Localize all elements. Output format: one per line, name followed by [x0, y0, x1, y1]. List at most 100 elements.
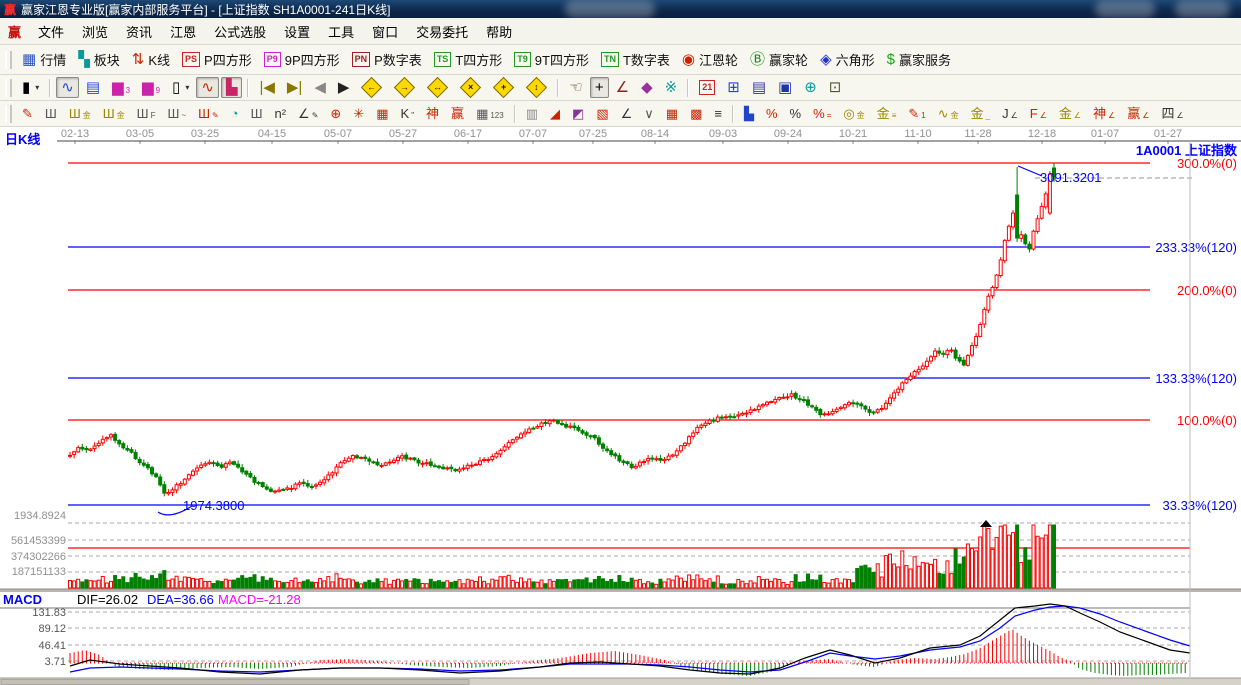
next-bar-icon[interactable]: ▶: [333, 77, 355, 98]
gann-flower-tool-icon[interactable]: ◆: [636, 77, 658, 98]
zoom-x-icon[interactable]: ×: [455, 75, 486, 100]
shen-angle-icon[interactable]: 神 ∠: [1088, 104, 1120, 123]
menu-item-settings[interactable]: 设置: [275, 19, 319, 44]
info-doc-icon[interactable]: ▤: [81, 77, 105, 98]
fan-red-icon[interactable]: ◢: [545, 104, 565, 123]
bars-9-icon[interactable]: ▆ 9: [137, 77, 165, 98]
p-square-button[interactable]: PS P四方形: [177, 47, 257, 72]
web-box-red-icon[interactable]: ▧: [591, 104, 613, 123]
grid-123-icon[interactable]: ▦ 123: [471, 104, 509, 123]
zoom-right-icon[interactable]: →: [389, 75, 420, 100]
network-icon[interactable]: ⊕: [799, 77, 822, 98]
zoom-all-icon[interactable]: ↕: [521, 75, 552, 100]
flag-pencil-icon[interactable]: ✎ 1: [903, 104, 930, 123]
gold-wave-icon[interactable]: ∿ 金: [933, 104, 964, 123]
n-square-icon[interactable]: n²: [269, 104, 291, 123]
notes-icon[interactable]: ▤: [747, 77, 771, 98]
9p-square-button[interactable]: P9 9P四方形: [259, 47, 345, 72]
ying-comb-icon[interactable]: 赢: [446, 104, 469, 123]
prev-bar-icon[interactable]: ◀: [309, 77, 331, 98]
angle-pencil-icon[interactable]: ∠ ✎: [293, 104, 323, 123]
fan-box-purple-icon[interactable]: ◩: [567, 104, 589, 123]
p-number-table-button[interactable]: PN P数字表: [347, 47, 427, 72]
percent-icon[interactable]: %: [785, 104, 807, 123]
kline-button[interactable]: ⇅ K线: [127, 47, 175, 72]
9t-square-button[interactable]: T9 9T四方形: [509, 47, 594, 72]
hexagon-button[interactable]: ◈ 六角形: [815, 47, 880, 72]
hand-tool-icon[interactable]: ☜: [564, 77, 587, 98]
first-page-icon[interactable]: |◀: [254, 77, 279, 98]
percent-line-icon[interactable]: %: [761, 104, 783, 123]
gann-wheel-button[interactable]: ◉ 江恩轮: [677, 47, 743, 72]
remote-pc-icon[interactable]: ⊡: [824, 77, 847, 98]
j-angle-icon[interactable]: J ∠: [997, 104, 1023, 123]
winner-wheel-button[interactable]: Ⓑ 赢家轮: [745, 47, 813, 72]
menu-item-news[interactable]: 资讯: [117, 19, 161, 44]
gold-angle-icon[interactable]: 金 ∠: [1054, 104, 1086, 123]
f-comb-icon[interactable]: ШF: [132, 104, 161, 123]
grid-box-red-icon[interactable]: ▩: [685, 104, 707, 123]
menu-item-gann[interactable]: 江恩: [161, 19, 205, 44]
h-scrollbar-thumb[interactable]: [0, 679, 470, 685]
gold-circle-icon[interactable]: ◎ 金: [838, 104, 869, 123]
menu-item-help[interactable]: 帮助: [477, 19, 521, 44]
brush-icon[interactable]: ✎: [17, 104, 38, 123]
comb-2-icon[interactable]: Ш: [246, 104, 268, 123]
sectors-button[interactable]: ▚ 板块: [73, 47, 125, 72]
si-angle-icon[interactable]: 四 ∠: [1156, 104, 1188, 123]
menu-item-formula-stock-pick[interactable]: 公式选股: [205, 19, 275, 44]
winner-service-button[interactable]: $ 赢家服务: [882, 47, 956, 72]
arc-comb-icon[interactable]: Ш ~: [162, 104, 191, 123]
f-angle-icon[interactable]: F ∠: [1025, 104, 1052, 123]
menu-item-trade-order[interactable]: 交易委托: [407, 19, 477, 44]
multi-angle-icon[interactable]: ≡: [709, 104, 727, 123]
blue-bars-icon[interactable]: ▙: [739, 104, 759, 123]
ying-angle-icon[interactable]: 赢 ∠: [1122, 104, 1154, 123]
menu-item-browse[interactable]: 浏览: [73, 19, 117, 44]
trend-wave-icon[interactable]: ∿: [56, 77, 79, 98]
toolbar-grip[interactable]: [5, 104, 12, 123]
comb-icon[interactable]: Ш: [40, 104, 62, 123]
target-red-icon[interactable]: ⊕: [325, 104, 346, 123]
kline-chart-canvas[interactable]: 02-13 03-05 03-25 04-15 05-07 05-27 06-17 07-07…: [0, 127, 1241, 685]
t-number-table-button[interactable]: TN T数字表: [596, 47, 675, 72]
percent-eq-icon[interactable]: % =: [808, 104, 836, 123]
zoom-both-icon[interactable]: ↔: [422, 75, 453, 100]
crosshair-tool-icon[interactable]: +: [589, 77, 609, 98]
menu-item-file[interactable]: 文件: [29, 19, 73, 44]
quotes-button[interactable]: ▦ 行情: [17, 47, 71, 72]
gold-comb-2-icon[interactable]: Ш金: [98, 104, 130, 123]
angle-lines-icon[interactable]: ∠: [616, 104, 638, 123]
calculator-icon[interactable]: ⊞: [722, 77, 745, 98]
zoom-left-icon[interactable]: ←: [356, 75, 387, 100]
last-page-icon[interactable]: ▶|: [282, 77, 307, 98]
save-icon[interactable]: ▣: [773, 77, 797, 98]
gold-lines-icon[interactable]: 金 ≡: [872, 104, 902, 123]
shen-comb-icon[interactable]: 神: [421, 104, 444, 123]
zoom-plus-icon[interactable]: +: [488, 75, 519, 100]
gold-underline-icon[interactable]: 金 _: [966, 104, 995, 123]
grid-red-icon[interactable]: ▦: [371, 104, 393, 123]
menu-item-window[interactable]: 窗口: [363, 19, 407, 44]
angle-tool-icon[interactable]: ∠: [611, 77, 634, 98]
k-mark-icon[interactable]: K ": [396, 104, 420, 123]
bars-3-icon[interactable]: ▆ 3: [107, 77, 135, 98]
t-square-button[interactable]: TS T四方形: [429, 47, 507, 72]
grid-red-2-icon[interactable]: ▦: [661, 104, 683, 123]
toolbar-grip[interactable]: [5, 50, 12, 69]
time-cycle-icon[interactable]: ◔: [226, 104, 244, 123]
red-wave-icon[interactable]: ∿: [196, 77, 219, 98]
menu-item-tools[interactable]: 工具: [319, 19, 363, 44]
toolbar-grip[interactable]: [5, 78, 12, 97]
web-red-icon[interactable]: ✳: [348, 104, 369, 123]
color-histogram-icon[interactable]: ▙: [220, 77, 243, 98]
calendar-icon[interactable]: 21: [694, 77, 720, 98]
box-rail-icon[interactable]: ▥: [521, 104, 543, 123]
web-tool-icon[interactable]: ※: [660, 77, 683, 98]
percent-line-icon: %: [765, 106, 778, 121]
v-dotted-icon[interactable]: ∨: [639, 104, 659, 123]
gold-comb-1-icon[interactable]: Ш金: [64, 104, 96, 123]
brush-comb-icon[interactable]: Ш ✎: [193, 104, 224, 123]
candle-style-dropdown-icon[interactable]: ▯ ▾: [167, 77, 194, 98]
chart-type-dropdown-icon[interactable]: ▮ ▾: [17, 77, 44, 98]
